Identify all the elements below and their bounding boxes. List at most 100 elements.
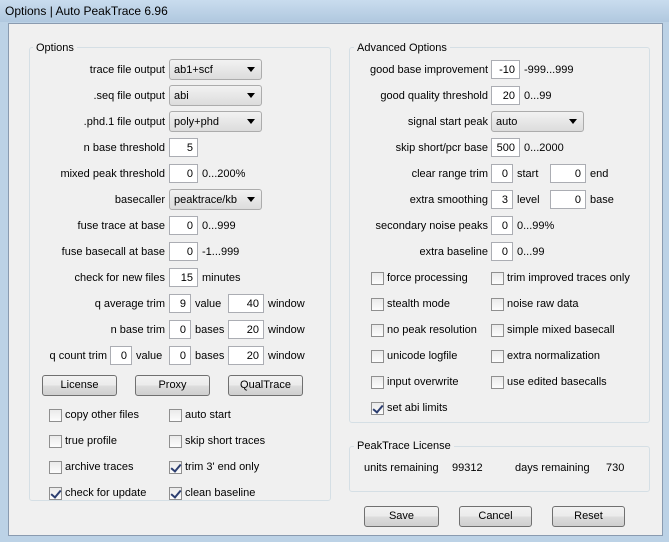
- extra-normalization-checkbox[interactable]: [491, 350, 504, 363]
- days-remaining-value: 730: [606, 462, 625, 474]
- skip-short-traces-label: skip short traces: [185, 435, 266, 447]
- secondary-noise-peaks-input[interactable]: 0: [491, 216, 513, 235]
- noise-raw-data-checkbox[interactable]: [491, 298, 504, 311]
- fuse-trace-at-base-label: fuse trace at base: [77, 220, 165, 232]
- archive-traces-label: archive traces: [65, 461, 134, 473]
- chevron-down-icon: [247, 197, 255, 202]
- clear-range-trim-end-input[interactable]: 0: [550, 164, 586, 183]
- stealth-mode-checkbox[interactable]: [371, 298, 384, 311]
- archive-traces-checkbox[interactable]: [49, 461, 62, 474]
- clean-baseline-checkbox[interactable]: [169, 487, 182, 500]
- skip-short-pcr-base-label: skip short/pcr base: [395, 142, 488, 154]
- mixed-peak-threshold-input[interactable]: 0: [169, 164, 198, 183]
- good-base-improvement-range: -999...999: [524, 64, 574, 76]
- n-base-trim-label: n base trim: [110, 324, 165, 336]
- seq-file-output-select[interactable]: abi: [169, 85, 262, 106]
- auto-start-label: auto start: [185, 409, 231, 421]
- mixed-peak-threshold-label: mixed peak threshold: [60, 168, 165, 180]
- stealth-mode-label: stealth mode: [387, 298, 450, 310]
- mixed-peak-threshold-range: 0...200%: [202, 168, 246, 180]
- fuse-basecall-at-base-label: fuse basecall at base: [61, 246, 165, 258]
- true-profile-checkbox[interactable]: [49, 435, 62, 448]
- seq-file-output-label: .seq file output: [93, 90, 165, 102]
- q-average-trim-window-input[interactable]: 40: [228, 294, 264, 313]
- extra-normalization-label: extra normalization: [507, 350, 600, 362]
- skip-short-traces-checkbox[interactable]: [169, 435, 182, 448]
- q-count-trim-mid2: bases: [195, 350, 225, 362]
- advanced-options-group-title: Advanced Options: [354, 42, 450, 54]
- q-count-trim-window-label: window: [268, 350, 305, 362]
- input-overwrite-checkbox[interactable]: [371, 376, 384, 389]
- extra-smoothing-level-label: level: [517, 194, 540, 206]
- chevron-down-icon: [569, 119, 577, 124]
- n-base-trim-window-input[interactable]: 20: [228, 320, 264, 339]
- trim-3-end-only-label: trim 3' end only: [185, 461, 260, 473]
- q-count-trim-label: q count trim: [49, 350, 107, 362]
- phd-file-output-select[interactable]: poly+phd: [169, 111, 262, 132]
- trim-improved-traces-only-label: trim improved traces only: [507, 272, 630, 284]
- no-peak-resolution-checkbox[interactable]: [371, 324, 384, 337]
- check-new-files-input[interactable]: 15: [169, 268, 198, 287]
- chevron-down-icon: [247, 93, 255, 98]
- input-overwrite-label: input overwrite: [387, 376, 459, 388]
- good-base-improvement-input[interactable]: -10: [491, 60, 520, 79]
- title-bar[interactable]: Options | Auto PeakTrace 6.96: [0, 0, 669, 22]
- save-button[interactable]: Save: [364, 506, 439, 527]
- license-button[interactable]: License: [42, 375, 117, 396]
- q-count-trim-mid1: value: [136, 350, 163, 362]
- set-abi-limits-checkbox[interactable]: [371, 402, 384, 415]
- q-average-trim-input[interactable]: 9: [169, 294, 191, 313]
- fuse-trace-at-base-range: 0...999: [202, 220, 236, 232]
- check-for-update-label: check for update: [65, 487, 147, 499]
- auto-start-checkbox[interactable]: [169, 409, 182, 422]
- window-title: Options | Auto PeakTrace 6.96: [5, 4, 168, 18]
- q-average-trim-label: q average trim: [94, 298, 165, 310]
- trace-file-output-label: trace file output: [89, 64, 165, 76]
- fuse-trace-at-base-input[interactable]: 0: [169, 216, 198, 235]
- reset-button[interactable]: Reset: [552, 506, 625, 527]
- extra-smoothing-level-input[interactable]: 3: [491, 190, 513, 209]
- basecaller-select[interactable]: peaktrace/kb: [169, 189, 262, 210]
- q-count-trim-window-input[interactable]: 20: [228, 346, 264, 365]
- trim-3-end-only-checkbox[interactable]: [169, 461, 182, 474]
- n-base-trim-mid: bases: [195, 324, 225, 336]
- basecaller-label: basecaller: [114, 194, 165, 206]
- n-base-threshold-input[interactable]: 5: [169, 138, 198, 157]
- simple-mixed-basecall-label: simple mixed basecall: [507, 324, 615, 336]
- skip-short-pcr-base-input[interactable]: 500: [491, 138, 520, 157]
- trim-improved-traces-only-checkbox[interactable]: [491, 272, 504, 285]
- check-new-files-unit: minutes: [202, 272, 241, 284]
- trace-file-output-select[interactable]: ab1+scf: [169, 59, 262, 80]
- good-quality-threshold-label: good quality threshold: [380, 90, 488, 102]
- n-base-trim-input[interactable]: 0: [169, 320, 191, 339]
- force-processing-checkbox[interactable]: [371, 272, 384, 285]
- signal-start-peak-select[interactable]: auto: [491, 111, 584, 132]
- fuse-basecall-at-base-input[interactable]: 0: [169, 242, 198, 261]
- clear-range-trim-end-label: end: [590, 168, 609, 180]
- good-base-improvement-label: good base improvement: [369, 64, 488, 76]
- proxy-button[interactable]: Proxy: [135, 375, 210, 396]
- check-for-update-checkbox[interactable]: [49, 487, 62, 500]
- secondary-noise-peaks-range: 0...99%: [517, 220, 555, 232]
- extra-baseline-input[interactable]: 0: [491, 242, 513, 261]
- q-count-trim-value-input[interactable]: 0: [110, 346, 132, 365]
- noise-raw-data-label: noise raw data: [507, 298, 579, 310]
- force-processing-label: force processing: [387, 272, 468, 284]
- extra-baseline-range: 0...99: [517, 246, 545, 258]
- cancel-button[interactable]: Cancel: [459, 506, 532, 527]
- units-remaining-label: units remaining: [364, 462, 439, 474]
- good-quality-threshold-input[interactable]: 20: [491, 86, 520, 105]
- clean-baseline-label: clean baseline: [185, 487, 256, 499]
- unicode-logfile-checkbox[interactable]: [371, 350, 384, 363]
- n-base-trim-window-label: window: [268, 324, 305, 336]
- use-edited-basecalls-label: use edited basecalls: [507, 376, 607, 388]
- copy-other-files-checkbox[interactable]: [49, 409, 62, 422]
- q-count-trim-bases-input[interactable]: 0: [169, 346, 191, 365]
- simple-mixed-basecall-checkbox[interactable]: [491, 324, 504, 337]
- use-edited-basecalls-checkbox[interactable]: [491, 376, 504, 389]
- extra-smoothing-base-input[interactable]: 0: [550, 190, 586, 209]
- clear-range-trim-start-input[interactable]: 0: [491, 164, 513, 183]
- qualtrace-button[interactable]: QualTrace: [228, 375, 303, 396]
- n-base-threshold-label: n base threshold: [83, 142, 165, 154]
- clear-range-trim-label: clear range trim: [411, 168, 488, 180]
